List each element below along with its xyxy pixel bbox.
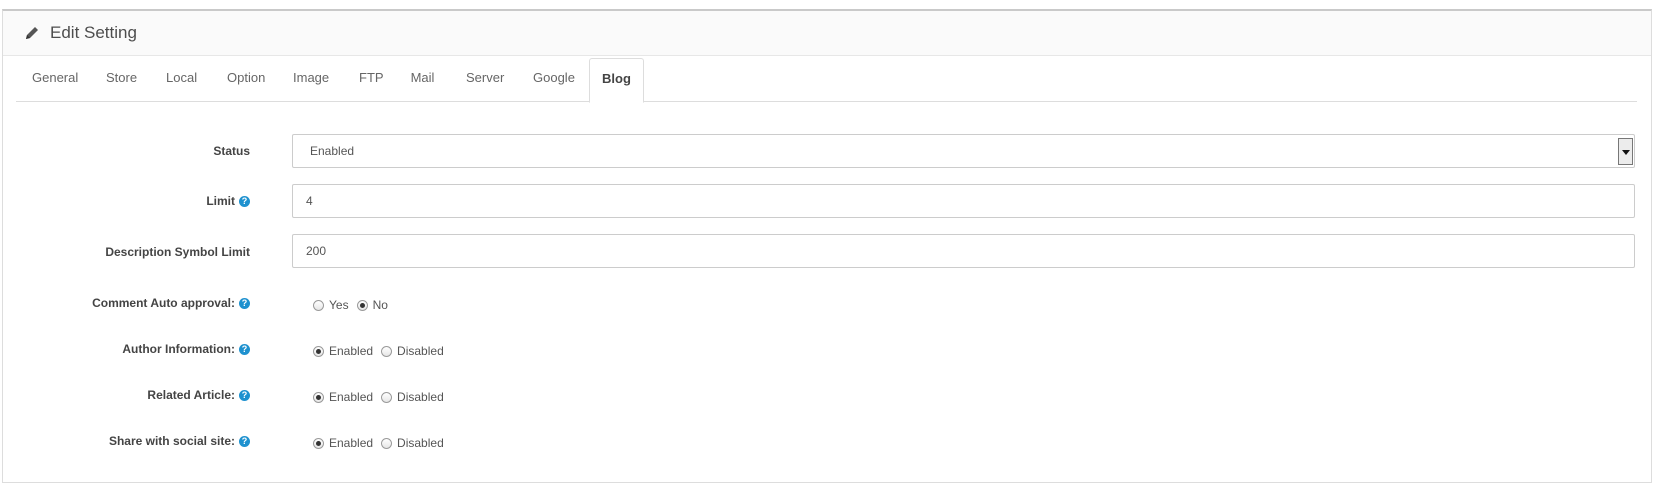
related-article-options: Enabled Disabled [313,390,452,404]
description-limit-input-value: 200 [306,244,327,258]
chevron-down-icon[interactable] [1618,138,1633,165]
related-article-enabled-label[interactable]: Enabled [329,390,373,404]
limit-input[interactable]: 4 [292,184,1635,218]
description-limit-input[interactable]: 200 [292,234,1635,268]
comment-approval-yes-radio[interactable] [313,299,324,311]
help-icon[interactable]: ? [239,343,250,355]
author-info-disabled-label[interactable]: Disabled [397,344,444,358]
tab-image[interactable]: Image [293,58,329,102]
tab-general[interactable]: General [32,58,78,102]
status-label-text: Status [213,144,250,158]
tab-store[interactable]: Store [106,58,137,102]
related-article-enabled-radio[interactable] [313,391,324,403]
help-icon[interactable]: ? [239,389,250,401]
page-title: Edit Setting [50,23,137,42]
description-limit-label-text: Description Symbol Limit [105,245,250,259]
tab-local[interactable]: Local [166,58,197,102]
page: Edit Setting General Store Local Option … [0,0,1654,489]
author-info-label-text: Author Information: [122,342,235,356]
help-icon[interactable]: ? [239,195,250,207]
author-info-label: Author Information: ? [122,342,250,356]
tab-google[interactable]: Google [533,58,575,102]
status-select[interactable]: Enabled [292,134,1635,168]
tab-ftp[interactable]: FTP [359,58,384,102]
status-select-value: Enabled [310,144,355,158]
description-limit-label: Description Symbol Limit [105,245,250,259]
author-info-enabled-radio[interactable] [313,345,324,357]
comment-approval-label-text: Comment Auto approval: [92,296,235,310]
related-article-label-text: Related Article: [147,388,235,402]
share-social-enabled-radio[interactable] [313,437,324,449]
related-article-label: Related Article: ? [147,388,250,402]
related-article-disabled-label[interactable]: Disabled [397,390,444,404]
status-label: Status [213,144,250,158]
tab-server[interactable]: Server [466,58,504,102]
author-info-disabled-radio[interactable] [381,345,393,357]
comment-approval-no-label[interactable]: No [373,298,388,312]
author-info-enabled-label[interactable]: Enabled [329,344,373,358]
limit-label-text: Limit [206,194,235,208]
pencil-icon [26,27,38,39]
help-icon[interactable]: ? [239,435,250,447]
limit-label: Limit ? [206,194,250,208]
comment-approval-no-radio[interactable] [356,299,368,311]
tab-bar: General Store Local Option Image FTP Mai… [16,58,1637,103]
tab-mail[interactable]: Mail [410,58,435,102]
share-social-disabled-radio[interactable] [381,437,393,449]
comment-approval-label: Comment Auto approval: ? [92,296,250,310]
panel-heading: Edit Setting [3,11,1651,56]
related-article-disabled-radio[interactable] [381,391,393,403]
share-social-label: Share with social site: ? [109,434,250,448]
share-social-enabled-label[interactable]: Enabled [329,436,373,450]
comment-approval-yes-label[interactable]: Yes [329,298,349,312]
limit-input-value: 4 [306,194,313,208]
tab-blog[interactable]: Blog [589,58,644,103]
share-social-options: Enabled Disabled [313,436,452,450]
author-info-options: Enabled Disabled [313,344,452,358]
tab-option[interactable]: Option [227,58,265,102]
share-social-label-text: Share with social site: [108,434,235,448]
help-icon[interactable]: ? [239,297,250,309]
share-social-disabled-label[interactable]: Disabled [397,436,444,450]
comment-approval-options: Yes No [313,298,396,312]
